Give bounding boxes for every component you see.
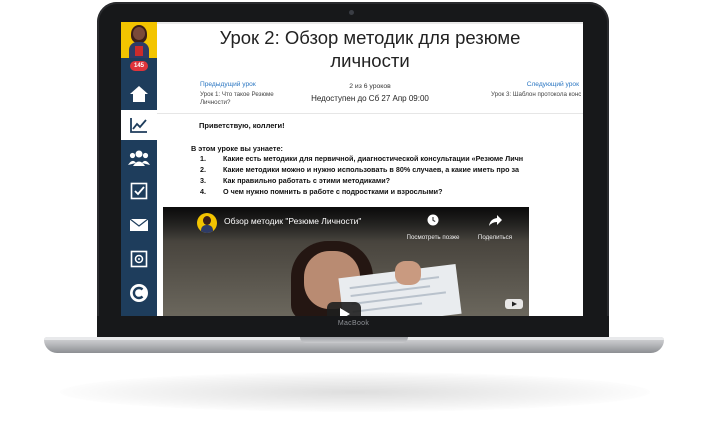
lesson-counter: 2 из 6 уроков (349, 83, 391, 90)
next-lesson-link[interactable]: Следующий урок (527, 81, 579, 88)
list-item: 2. Какие методики можно и нужно использо… (200, 165, 583, 176)
sidebar-item-home[interactable] (121, 79, 157, 109)
share-icon (488, 215, 502, 226)
users-icon (128, 150, 150, 166)
sidebar-item-logo[interactable] (121, 278, 157, 308)
avatar[interactable] (121, 22, 157, 58)
lesson-navigation: Предыдущий урок Урок 1: Что такое Резюме… (157, 80, 583, 110)
sidebar-item-messages[interactable] (121, 210, 157, 240)
webcam (349, 10, 354, 15)
youtube-logo-icon[interactable] (505, 299, 523, 309)
learn-intro: В этом уроке вы узнаете: (191, 144, 283, 153)
list-item-number: 3. (200, 176, 206, 185)
list-item-text: О чем нужно помнить в работе с подростка… (223, 187, 443, 196)
laptop-shadow (60, 372, 650, 412)
content-divider (157, 113, 583, 114)
learning-list: 1. Какие есть методики для первичной, ди… (200, 154, 583, 198)
video-title[interactable]: Обзор методик "Резюме Личности" (224, 216, 361, 226)
mail-icon (129, 218, 149, 231)
top-divider (157, 22, 583, 24)
channel-avatar[interactable] (197, 213, 217, 233)
list-item-number: 1. (200, 154, 206, 163)
play-button[interactable] (327, 302, 361, 316)
notification-badge[interactable]: 145 (130, 61, 148, 71)
sidebar-item-courses[interactable] (121, 110, 157, 140)
device-brand-label: MacBook (337, 320, 370, 327)
chart-icon (130, 118, 147, 133)
safe-icon (130, 250, 148, 268)
list-item: 1. Какие есть методики для первичной, ди… (200, 154, 583, 165)
list-item-text: Как правильно работать с этими методикам… (223, 176, 391, 185)
laptop-screen: 145 Урок 2: Обзор методик для резюме лич… (121, 22, 583, 316)
watch-later-label: Посмотреть позже (406, 234, 460, 241)
page-title: Урок 2: Обзор методик для резюме личност… (157, 26, 583, 72)
clock-icon (427, 214, 439, 226)
next-lesson-title[interactable]: Урок 3: Шаблон протокола консультации (491, 91, 581, 99)
checkbox-icon (130, 182, 148, 200)
laptop-notch (300, 337, 408, 343)
list-item: 3. Как правильно работать с этими методи… (200, 176, 583, 187)
sidebar-item-users[interactable] (121, 143, 157, 173)
page-title-line2: личности (330, 50, 410, 71)
watch-later-button[interactable]: Посмотреть позже (398, 213, 468, 241)
home-icon (130, 86, 148, 102)
list-item: 4. О чем нужно помнить в работе с подрос… (200, 187, 583, 198)
list-item-number: 2. (200, 165, 206, 174)
sidebar-item-safe[interactable] (121, 244, 157, 274)
greeting-text: Приветствую, коллеги! (199, 121, 285, 130)
sidebar-item-tasks[interactable] (121, 176, 157, 206)
share-label: Поделиться (477, 234, 513, 241)
list-item-text: Какие методики можно и нужно использоват… (223, 165, 520, 174)
page-title-line1: Урок 2: Обзор методик для резюме (219, 27, 521, 48)
c-logo-icon (130, 284, 148, 302)
sidebar: 145 (121, 22, 157, 316)
share-button[interactable]: Поделиться (470, 213, 520, 241)
list-item-number: 4. (200, 187, 206, 196)
video-player[interactable]: Обзор методик "Резюме Личности" Посмотре… (163, 207, 529, 316)
list-item-text: Какие есть методики для первичной, диагн… (223, 154, 524, 163)
